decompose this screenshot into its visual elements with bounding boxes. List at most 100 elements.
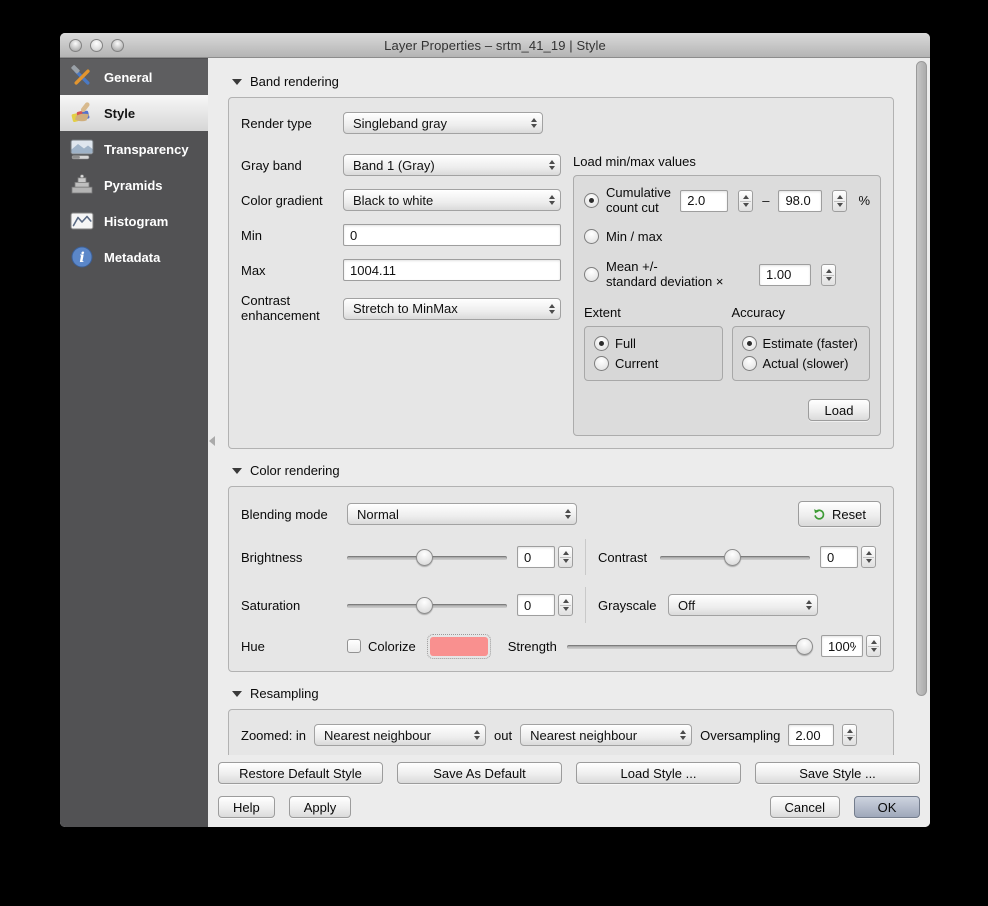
collapse-triangle-icon <box>232 467 242 474</box>
vertical-scrollbar[interactable] <box>916 61 927 751</box>
resampling-frame: Zoomed: in Nearest neighbour out Nearest… <box>228 709 894 755</box>
window-title: Layer Properties – srtm_41_19 | Style <box>384 37 606 53</box>
popup-arrows-icon <box>543 303 555 314</box>
zoomed-out-select[interactable]: Nearest neighbour <box>520 724 693 747</box>
load-minmax-title: Load min/max values <box>573 154 696 169</box>
color-rendering-header[interactable]: Color rendering <box>232 463 894 478</box>
slider-knob[interactable] <box>415 548 433 566</box>
sidebar-item-label: Style <box>104 105 136 121</box>
saturation-input[interactable] <box>517 594 555 617</box>
band-rendering-header[interactable]: Band rendering <box>232 74 894 89</box>
apply-button[interactable]: Apply <box>288 796 352 818</box>
cancel-button[interactable]: Cancel <box>769 796 840 818</box>
colorize-label: Colorize <box>368 638 416 654</box>
color-gradient-value: Black to white <box>353 192 434 208</box>
max-label: Max <box>241 262 266 278</box>
section-title: Color rendering <box>250 463 340 479</box>
brightness-stepper[interactable] <box>558 546 573 569</box>
sidebar-item-style[interactable]: Style <box>60 95 208 131</box>
zoomed-in-label: Zoomed: in <box>241 727 307 743</box>
color-gradient-label: Color gradient <box>241 192 323 208</box>
sidebar-item-transparency[interactable]: Transparency <box>60 131 208 167</box>
zoomed-in-select[interactable]: Nearest neighbour <box>314 724 487 747</box>
cumulative-from-stepper[interactable] <box>738 189 754 212</box>
gray-band-select[interactable]: Band 1 (Gray) <box>343 154 561 176</box>
max-input[interactable] <box>343 259 561 281</box>
cumulative-count-cut-label: Cumulative count cut <box>606 185 672 215</box>
undo-arrow-icon <box>813 508 826 521</box>
load-style-button[interactable]: Load Style ... <box>576 762 741 784</box>
cumulative-to-input[interactable] <box>778 189 823 212</box>
splitter-handle[interactable] <box>209 436 215 446</box>
extent-full-radio[interactable] <box>594 336 609 352</box>
colorize-swatch[interactable] <box>426 633 491 659</box>
cumulative-to-stepper[interactable] <box>832 189 848 212</box>
help-button[interactable]: Help <box>218 796 275 818</box>
paintbrush-icon <box>69 100 95 126</box>
min-input[interactable] <box>343 224 561 246</box>
extent-current-radio[interactable] <box>594 356 609 372</box>
popup-arrows-icon <box>543 195 555 205</box>
section-title: Resampling <box>250 686 319 702</box>
save-as-default-button[interactable]: Save As Default <box>397 762 562 784</box>
contrast-stepper[interactable] <box>861 546 876 569</box>
extent-current-label: Current <box>615 356 659 372</box>
slider-knob[interactable] <box>795 637 813 655</box>
mean-std-stepper[interactable] <box>821 263 836 286</box>
sidebar-item-general[interactable]: General <box>60 59 208 95</box>
blending-mode-select[interactable]: Normal <box>347 503 577 526</box>
strength-label: Strength <box>507 638 557 654</box>
oversampling-stepper[interactable] <box>842 724 858 747</box>
brightness-input[interactable] <box>517 546 555 569</box>
svg-text:i: i <box>79 250 84 266</box>
oversampling-input[interactable] <box>788 724 835 747</box>
sidebar-item-pyramids[interactable]: Pyramids <box>60 167 208 203</box>
reset-button[interactable]: Reset <box>798 501 881 528</box>
sidebar-item-label: General <box>104 69 153 85</box>
collapse-triangle-icon <box>232 78 242 85</box>
strength-input[interactable] <box>821 635 863 658</box>
save-style-button[interactable]: Save Style ... <box>755 762 920 784</box>
mean-std-radio[interactable] <box>584 267 599 283</box>
contrast-enhancement-label: Contrast enhancement <box>241 293 320 323</box>
color-gradient-select[interactable]: Black to white <box>343 189 561 211</box>
resampling-header[interactable]: Resampling <box>232 686 894 701</box>
color-rendering-frame: Blending mode Normal Reset Brightness 0 … <box>228 486 894 673</box>
title-bar[interactable]: Layer Properties – srtm_41_19 | Style <box>60 33 930 58</box>
strength-stepper[interactable] <box>866 635 881 658</box>
accuracy-actual-radio[interactable] <box>741 356 757 372</box>
ok-button[interactable]: OK <box>854 796 920 818</box>
contrast-input[interactable] <box>820 546 858 569</box>
close-button[interactable] <box>69 39 82 52</box>
load-button[interactable]: Load <box>808 399 870 422</box>
strength-slider[interactable] <box>566 637 813 656</box>
cumulative-count-cut-radio[interactable] <box>584 193 599 209</box>
grayscale-select[interactable]: Off <box>668 594 818 617</box>
saturation-stepper[interactable] <box>558 594 573 617</box>
scroll-viewport: Band rendering Render type Singleband gr… <box>208 58 930 755</box>
slider-knob[interactable] <box>724 548 741 566</box>
brightness-slider[interactable] <box>347 548 507 567</box>
contrast-slider[interactable] <box>660 548 810 567</box>
slider-knob[interactable] <box>415 596 433 614</box>
zoomed-out-value: Nearest neighbour <box>530 727 638 743</box>
sidebar-item-histogram[interactable]: Histogram <box>60 203 208 239</box>
section-title: Band rendering <box>250 74 339 89</box>
scrollbar-thumb[interactable] <box>916 61 927 696</box>
sidebar-item-metadata[interactable]: i Metadata <box>60 239 208 275</box>
minimize-button[interactable] <box>90 39 103 52</box>
render-type-label: Render type <box>241 115 312 131</box>
grayscale-value: Off <box>678 597 696 613</box>
saturation-slider[interactable] <box>347 596 507 615</box>
saturation-label: Saturation <box>241 597 301 613</box>
contrast-enhancement-select[interactable]: Stretch to MinMax <box>343 297 561 320</box>
restore-default-style-button[interactable]: Restore Default Style <box>218 762 383 784</box>
mean-std-input[interactable] <box>759 263 811 286</box>
zoom-button[interactable] <box>111 39 124 52</box>
accuracy-estimate-radio[interactable] <box>741 336 757 352</box>
colorize-checkbox[interactable] <box>347 639 361 654</box>
cumulative-from-input[interactable] <box>680 189 729 212</box>
min-max-radio[interactable] <box>584 229 599 245</box>
contrast-label: Contrast <box>598 549 648 565</box>
render-type-select[interactable]: Singleband gray <box>343 112 543 134</box>
